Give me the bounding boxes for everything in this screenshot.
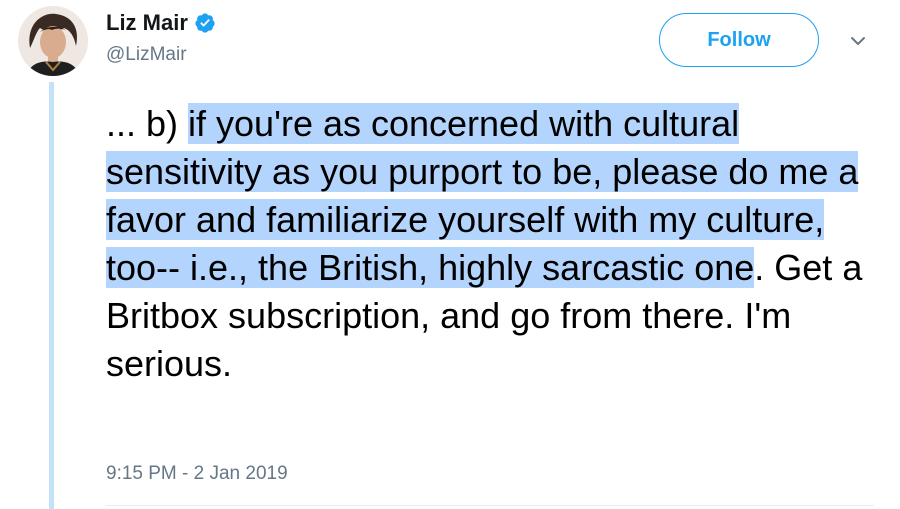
tweet-text: ... b) if you're as concerned with cultu…: [106, 100, 896, 388]
follow-button[interactable]: Follow: [659, 13, 819, 67]
divider: [106, 505, 874, 506]
avatar[interactable]: [18, 6, 88, 76]
author-name-row: Liz Mair: [106, 8, 216, 38]
avatar-image: [18, 6, 88, 76]
verified-badge-icon: [194, 12, 216, 34]
tweet-text-selection: if you're as concerned with cultural sen…: [106, 103, 859, 288]
tweet-text-start: ... b): [106, 103, 189, 144]
thread-line: [49, 82, 54, 509]
tweet-timestamp[interactable]: 9:15 PM - 2 Jan 2019: [106, 463, 288, 485]
author-name[interactable]: Liz Mair: [106, 10, 188, 36]
tweet-author: Liz Mair @LizMair: [106, 8, 216, 66]
chevron-down-icon[interactable]: [847, 33, 869, 49]
author-handle[interactable]: @LizMair: [106, 44, 216, 66]
